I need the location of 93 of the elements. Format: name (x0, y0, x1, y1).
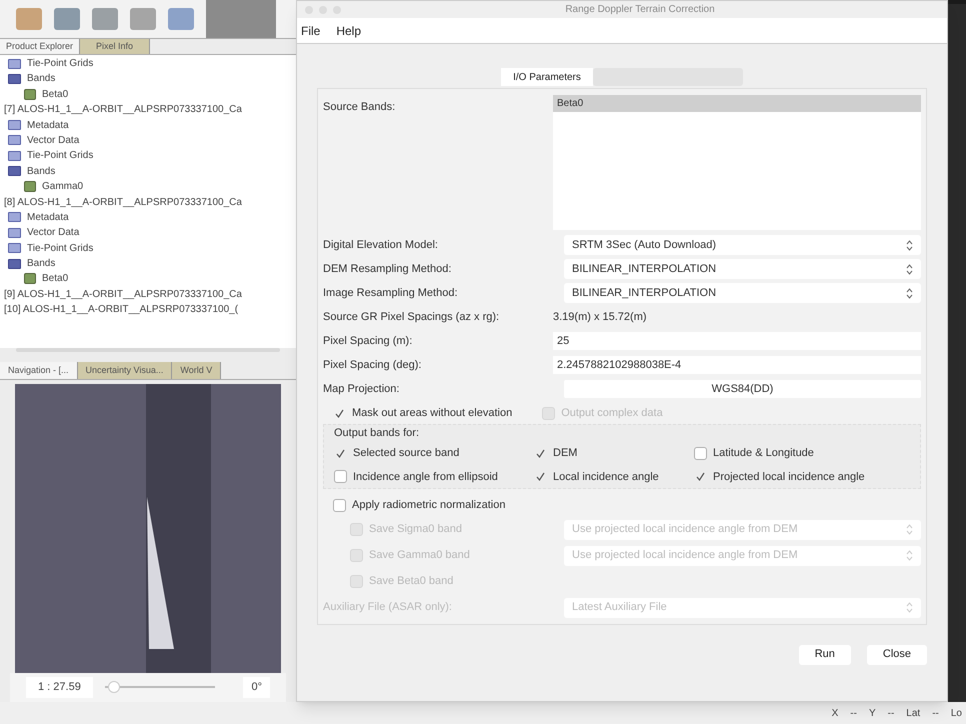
folder-icon (8, 120, 21, 130)
status-text: -- (850, 706, 857, 720)
panel-tab[interactable]: Pixel Info (80, 39, 150, 54)
checkbox-label: Incidence angle from ellipsoid (353, 470, 498, 484)
field-label: Map Projection: (323, 382, 400, 397)
input-field[interactable]: 25 (553, 332, 921, 350)
folder-icon (8, 258, 21, 269)
dialog-button[interactable]: Run (798, 644, 851, 664)
group-title: Output bands for: (334, 426, 420, 440)
updown-arrow-icon (906, 550, 913, 561)
field-label: Image Resampling Method: (323, 286, 459, 301)
folder-icon (8, 166, 21, 176)
field-label: Source GR Pixel Spacings (az x rg): (323, 310, 500, 325)
checkbox-label: Save Beta0 band (369, 574, 454, 590)
checkbox-label: Local incidence angle (553, 470, 659, 484)
updown-arrow-icon (906, 264, 913, 274)
menu-item[interactable]: File (301, 22, 320, 40)
tree-item[interactable]: Metadata (27, 118, 69, 133)
panel-tab[interactable]: Uncertainty Visua... (78, 362, 172, 379)
tree-item[interactable]: [9] ALOS-H1_1__A-ORBIT__ALPSRP073337100_Ca (4, 286, 242, 302)
checkbox-label: Selected source band (353, 446, 460, 461)
checkbox-label: Apply radiometric normalization (352, 498, 506, 513)
menu-item[interactable]: Help (336, 22, 362, 40)
dropdown[interactable]: BILINEAR_INTERPOLATION (564, 283, 921, 303)
folder-icon (8, 212, 21, 222)
checkbox[interactable] (694, 470, 707, 484)
status-text: -- (932, 706, 939, 720)
projection-button[interactable]: WGS84(DD) (564, 380, 921, 398)
dropdown[interactable]: SRTM 3Sec (Auto Download) (564, 235, 921, 255)
updown-arrow-icon (906, 288, 913, 298)
checkbox-label: Save Sigma0 band (369, 522, 462, 538)
panel-tab[interactable]: Navigation - [... (0, 362, 78, 379)
status-text: Lo (950, 706, 962, 720)
field-label: Pixel Spacing (deg): (323, 358, 422, 373)
tree-item[interactable]: [8] ALOS-H1_1__A-ORBIT__ALPSRP073337100_Ca (4, 194, 242, 210)
tree-item[interactable]: Beta0 (42, 271, 68, 286)
list-item[interactable]: Beta0 (553, 95, 921, 112)
scale-field[interactable]: 1 : 27.59 (26, 677, 93, 698)
updown-arrow-icon (906, 524, 913, 535)
folder-icon (8, 74, 21, 84)
tree-item[interactable]: Bands (27, 71, 56, 86)
tree-item[interactable]: Gamma0 (42, 179, 84, 194)
tree-item[interactable]: Beta0 (42, 86, 68, 102)
checkbox-label: Output complex data (561, 406, 663, 421)
tree-item[interactable]: Bands (27, 164, 56, 179)
status-text: X (832, 706, 838, 720)
rotation-field[interactable]: 0° (243, 677, 270, 698)
input-field[interactable]: 2.2457882102988038E-4 (553, 356, 921, 374)
tree-item[interactable]: [10] ALOS-H1_1__A-ORBIT__ALPSRP073337100_( (4, 302, 238, 318)
checkbox-label: DEM (553, 446, 578, 461)
checkbox[interactable] (334, 470, 347, 484)
tree-item[interactable]: Metadata (27, 210, 69, 225)
band-icon (24, 88, 36, 100)
dropdown[interactable]: BILINEAR_INTERPOLATION (564, 259, 921, 279)
checkbox[interactable] (333, 498, 346, 512)
zoom-slider[interactable] (104, 681, 215, 694)
checkbox[interactable] (694, 446, 707, 460)
panel-tab[interactable]: World V (172, 362, 222, 379)
folder-icon (8, 243, 21, 254)
source-bands-list[interactable]: Beta0 (553, 95, 921, 230)
updown-arrow-icon (906, 602, 913, 613)
field-label: DEM Resampling Method: (323, 262, 452, 277)
panel-tab[interactable]: Product Explorer (0, 39, 80, 54)
status-text: -- (888, 706, 894, 720)
field-label: Digital Elevation Model: (323, 238, 439, 253)
tree-item[interactable]: Tie-Point Grids (27, 56, 94, 72)
dialog-button[interactable]: Close (866, 644, 927, 664)
band-icon (24, 273, 36, 284)
checkbox-label: Latitude & Longitude (713, 446, 814, 461)
checkbox-label: Save Gamma0 band (369, 548, 470, 564)
status-text: Lat (906, 706, 920, 720)
folder-icon (8, 150, 21, 161)
updown-arrow-icon (906, 240, 913, 250)
tree-item[interactable]: Bands (27, 256, 56, 272)
window-title: Range Doppler Terrain Correction (564, 3, 716, 17)
checkbox-label: Projected local incidence angle (713, 470, 865, 484)
field-label: Pixel Spacing (m): (323, 334, 414, 349)
tree-item[interactable]: Tie-Point Grids (27, 240, 94, 256)
status-text: Y (868, 706, 876, 720)
tree-item[interactable]: Vector Data (27, 225, 80, 240)
checkbox[interactable] (534, 470, 547, 484)
tree-item[interactable]: Tie-Point Grids (27, 148, 94, 164)
tree-item[interactable]: [7] ALOS-H1_1__A-ORBIT__ALPSRP073337100_Ca (4, 102, 242, 118)
checkbox-label: Mask out areas without elevation (352, 406, 512, 421)
folder-icon (8, 228, 21, 238)
tree-item[interactable]: Vector Data (27, 132, 80, 148)
field-label: Source Bands: (323, 100, 396, 115)
tab[interactable]: I/O Parameters (501, 68, 593, 86)
band-icon (24, 181, 36, 192)
folder-icon (8, 58, 21, 69)
folder-icon (8, 135, 21, 146)
slider-thumb[interactable] (108, 681, 120, 694)
spacing-value: 3.19(m) x 15.72(m) (553, 310, 648, 325)
